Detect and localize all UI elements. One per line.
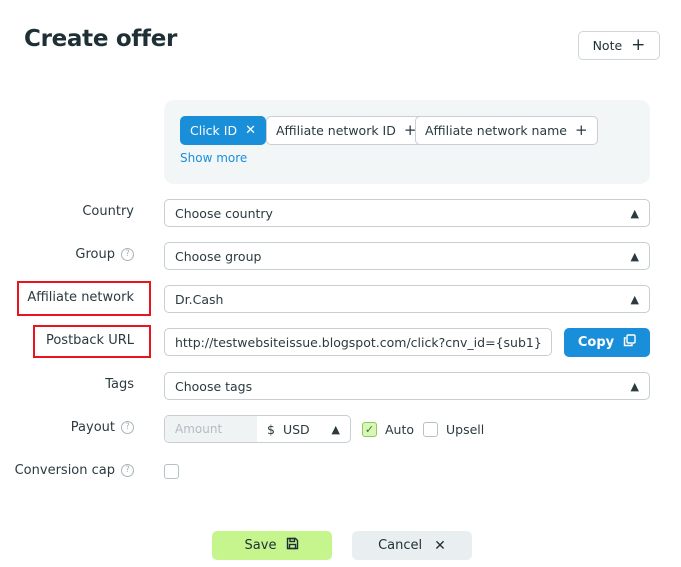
conversion-cap-label: Conversion cap ? [15, 463, 134, 478]
group-select[interactable]: Choose group ▲ [164, 242, 650, 270]
tags-label-text: Tags [105, 377, 134, 392]
help-icon[interactable]: ? [121, 464, 134, 477]
country-placeholder: Choose country [175, 205, 273, 221]
currency-select[interactable]: $ USD ▲ [257, 416, 350, 442]
chevron-up-icon: ▲ [630, 206, 639, 220]
cancel-button-label: Cancel [378, 538, 423, 553]
dollar-icon: $ [267, 421, 275, 437]
country-label-text: Country [82, 204, 134, 219]
tags-select[interactable]: Choose tags ▲ [164, 372, 650, 400]
chevron-up-icon: ▲ [630, 249, 639, 263]
param-chip-click-id[interactable]: Click ID ✕ [180, 116, 266, 145]
upsell-label: Upsell [446, 422, 485, 437]
amount-input[interactable] [165, 416, 257, 442]
conversion-cap-label-text: Conversion cap [14, 463, 115, 478]
save-button-label: Save [244, 538, 277, 553]
payout-group: $ USD ▲ [164, 415, 351, 443]
param-chip-label: Affiliate network name [425, 123, 567, 138]
close-icon: ✕ [434, 537, 446, 554]
param-chip-label: Affiliate network ID [276, 123, 396, 138]
currency-value: USD [282, 421, 310, 437]
affiliate-network-label-text: Affiliate network [27, 290, 134, 305]
chevron-up-icon: ▲ [331, 422, 340, 436]
tags-placeholder: Choose tags [175, 378, 253, 394]
floppy-disk-icon [286, 537, 299, 554]
note-button[interactable]: Note + [578, 31, 660, 60]
check-icon: ✓ [364, 423, 375, 436]
show-more-link[interactable]: Show more [180, 151, 247, 165]
copy-button-label: Copy [577, 335, 615, 350]
group-label-text: Group [75, 247, 115, 262]
copy-icon [623, 334, 636, 351]
help-icon[interactable]: ? [121, 248, 134, 261]
group-label: Group ? [75, 247, 134, 262]
copy-button[interactable]: Copy [564, 328, 650, 357]
note-button-label: Note [592, 38, 623, 53]
country-label: Country [82, 204, 134, 219]
affiliate-network-label: Affiliate network [27, 290, 134, 305]
save-button[interactable]: Save [212, 531, 332, 560]
plus-icon: + [575, 121, 588, 139]
param-chip-affiliate-network-name[interactable]: Affiliate network name + [415, 116, 598, 145]
param-chip-label: Click ID [190, 123, 238, 138]
affiliate-network-select[interactable]: Dr.Cash ▲ [164, 285, 650, 313]
plus-icon: + [631, 35, 646, 55]
upsell-checkbox[interactable] [423, 422, 438, 437]
postback-url-input[interactable] [164, 328, 552, 356]
chevron-up-icon: ▲ [630, 292, 639, 306]
help-icon[interactable]: ? [121, 421, 134, 434]
payout-label-text: Payout [70, 420, 115, 435]
postback-url-label: Postback URL [46, 333, 134, 348]
postback-url-label-text: Postback URL [45, 333, 134, 348]
payout-label: Payout ? [71, 420, 134, 435]
group-placeholder: Choose group [175, 248, 262, 264]
param-chip-affiliate-network-id[interactable]: Affiliate network ID + [266, 116, 427, 145]
cancel-button[interactable]: Cancel ✕ [352, 531, 472, 560]
auto-checkbox[interactable]: ✓ [362, 422, 377, 437]
conversion-cap-checkbox[interactable] [164, 464, 179, 479]
page-title: Create offer [24, 26, 178, 52]
chevron-up-icon: ▲ [630, 379, 639, 393]
close-icon[interactable]: ✕ [245, 123, 256, 138]
country-select[interactable]: Choose country ▲ [164, 199, 650, 227]
affiliate-network-value: Dr.Cash [175, 291, 224, 307]
auto-label: Auto [385, 422, 415, 437]
tags-label: Tags [105, 377, 134, 392]
parameter-panel: Click ID ✕ Affiliate network ID + Affili… [164, 100, 650, 184]
